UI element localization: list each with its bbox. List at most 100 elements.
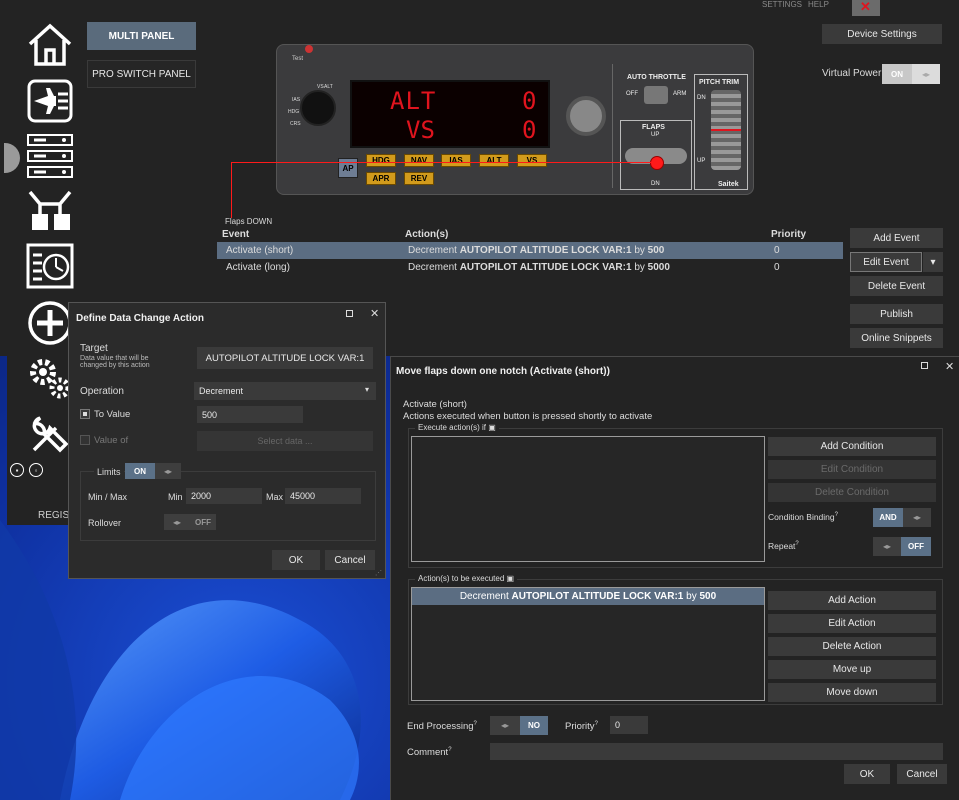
to-value-field[interactable]: 500 <box>197 406 303 423</box>
delete-condition-button[interactable]: Delete Condition <box>768 483 936 502</box>
limits-group <box>80 471 376 541</box>
comment-field[interactable] <box>490 743 943 760</box>
move-down-button[interactable]: Move down <box>768 683 936 702</box>
nav-button[interactable]: NAV <box>404 154 434 167</box>
limits-toggle[interactable]: ON ◂▸ <box>125 463 181 479</box>
min-label: Min <box>168 492 183 502</box>
close-icon[interactable]: ✕ <box>945 360 954 373</box>
priority-field[interactable]: 0 <box>610 716 648 734</box>
mode-selector-knob[interactable] <box>300 90 336 126</box>
end-processing-toggle[interactable]: ◂▸ NO <box>490 716 548 735</box>
event-row-1-priority: 0 <box>774 262 780 273</box>
ok-button[interactable]: OK <box>844 764 890 784</box>
resize-grip-icon[interactable]: ⋰ <box>375 569 382 577</box>
add-icon[interactable] <box>26 300 74 346</box>
edit-action-button[interactable]: Edit Action <box>768 614 936 633</box>
connector-line-h <box>231 162 656 163</box>
tune-knob[interactable] <box>566 96 606 136</box>
operation-select[interactable]: Decrement <box>194 382 376 400</box>
tools-icon[interactable] <box>26 410 74 456</box>
ias-button[interactable]: IAS <box>441 154 471 167</box>
add-event-button[interactable]: Add Event <box>850 228 943 248</box>
knob-label-hdg: HDG <box>288 109 300 115</box>
select-data-button[interactable]: Select data ... <box>197 431 373 451</box>
gears-icon[interactable] <box>26 355 74 401</box>
operation-label: Operation <box>80 386 124 397</box>
open-icon[interactable]: ◦ <box>29 463 43 477</box>
save-icon[interactable]: ▪ <box>10 463 24 477</box>
conditions-list[interactable] <box>411 436 765 562</box>
move-up-button[interactable]: Move up <box>768 660 936 679</box>
apr-button[interactable]: APR <box>366 172 396 185</box>
value-of-label: Value of <box>94 435 129 446</box>
event-row-1-action: Decrement AUTOPILOT ALTITUDE LOCK VAR:1 … <box>408 262 670 273</box>
home-icon[interactable] <box>26 22 74 68</box>
max-label: Max <box>266 492 284 502</box>
add-action-button[interactable]: Add Action <box>768 591 936 610</box>
online-snippets-button[interactable]: Online Snippets <box>850 328 943 348</box>
rev-button[interactable]: REV <box>404 172 434 185</box>
ok-button[interactable]: OK <box>272 550 320 570</box>
section-title: Activate (short) <box>403 399 467 410</box>
info-icon: ▣ <box>488 423 496 432</box>
flight-plan-icon[interactable] <box>26 78 74 124</box>
value-of-radio[interactable] <box>80 435 90 445</box>
pro-switch-panel-button[interactable]: PRO SWITCH PANEL <box>87 60 196 88</box>
edit-condition-button[interactable]: Edit Condition <box>768 460 936 479</box>
info-icon: ▣ <box>506 574 515 583</box>
edit-event-dropdown[interactable]: ▾ <box>923 252 943 272</box>
device-settings-button[interactable]: Device Settings <box>822 24 942 44</box>
maximize-icon[interactable] <box>346 310 353 317</box>
to-value-radio[interactable] <box>80 409 90 419</box>
vs-button[interactable]: VS <box>517 154 547 167</box>
display-bottom-value: 0 <box>522 116 537 144</box>
target-field[interactable]: AUTOPILOT ALTITUDE LOCK VAR:1 <box>197 347 373 369</box>
ap-button[interactable]: AP <box>338 158 358 178</box>
rollover-label: Rollover <box>88 518 122 528</box>
settings-link[interactable]: SETTINGS <box>762 0 802 9</box>
close-icon[interactable]: ✕ <box>370 307 379 320</box>
auto-throttle-title: AUTO THROTTLE <box>627 74 686 81</box>
max-field[interactable]: 45000 <box>285 488 361 504</box>
pitch-trim-title: PITCH TRIM <box>699 79 740 86</box>
knob-label-vs: VS <box>317 84 324 90</box>
delete-action-button[interactable]: Delete Action <box>768 637 936 656</box>
priority-column-header: Priority <box>771 229 807 240</box>
priority-label: Priority? <box>565 721 598 733</box>
events-title: Flaps DOWN <box>225 217 273 226</box>
multi-panel-button[interactable]: MULTI PANEL <box>87 22 196 50</box>
flaps-down-marker <box>650 156 664 170</box>
edit-event-button[interactable]: Edit Event <box>850 252 922 272</box>
cancel-button[interactable]: Cancel <box>325 550 375 570</box>
action-list-item[interactable]: Decrement AUTOPILOT ALTITUDE LOCK VAR:1 … <box>412 588 764 605</box>
publish-button[interactable]: Publish <box>850 304 943 324</box>
repeat-toggle[interactable]: ◂▸ OFF <box>873 537 931 556</box>
help-link[interactable]: HELP <box>808 0 829 9</box>
knob-label-alt: ALT <box>324 84 333 90</box>
hdg-button[interactable]: HDG <box>366 154 396 167</box>
virtual-power-label: Virtual Power <box>822 68 882 79</box>
min-field[interactable]: 2000 <box>186 488 262 504</box>
cancel-button[interactable]: Cancel <box>897 764 947 784</box>
add-condition-button[interactable]: Add Condition <box>768 437 936 456</box>
repeat-label: Repeat? <box>768 541 799 551</box>
actions-label: Action(s) to be executed ▣ <box>415 574 518 583</box>
test-led <box>305 45 313 53</box>
virtual-power-toggle[interactable]: ON ◂▸ <box>882 64 940 84</box>
rollover-toggle[interactable]: ◂▸ OFF <box>164 514 216 530</box>
gauge-panel-icon[interactable] <box>26 243 74 289</box>
alt-button[interactable]: ALT <box>479 154 509 167</box>
maximize-icon[interactable] <box>921 362 928 369</box>
auto-throttle-switch[interactable] <box>644 86 668 104</box>
tools-button[interactable]: ✕ <box>852 0 880 16</box>
delete-event-button[interactable]: Delete Event <box>850 276 943 296</box>
yoke-icon[interactable] <box>26 188 74 234</box>
section-description: Actions executed when button is pressed … <box>403 411 653 422</box>
condition-binding-toggle[interactable]: AND ◂▸ <box>873 508 931 527</box>
comment-label: Comment? <box>407 747 452 759</box>
knob-label-ias: IAS <box>292 97 301 103</box>
radio-stack-icon[interactable] <box>26 133 74 179</box>
event-row-1-event: Activate (long) <box>226 262 290 273</box>
to-value-label: To Value <box>94 409 131 420</box>
event-row-0-action: Decrement AUTOPILOT ALTITUDE LOCK VAR:1 … <box>408 245 665 256</box>
